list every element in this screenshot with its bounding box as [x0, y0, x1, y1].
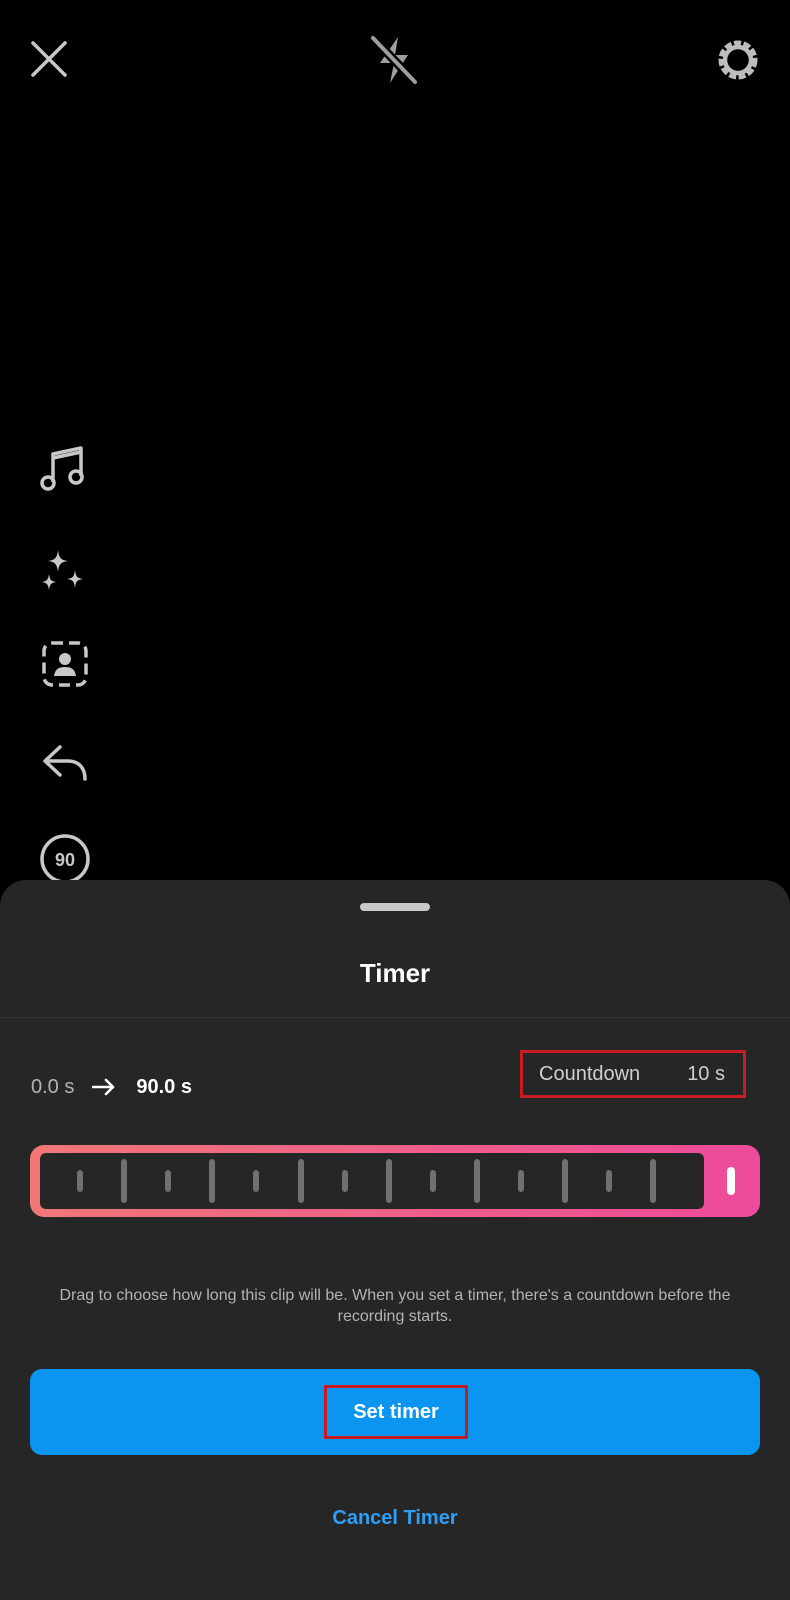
close-icon [31, 41, 67, 77]
scrubber-tick [606, 1170, 612, 1192]
duration-label: 90 [55, 850, 75, 870]
scrubber-tick [386, 1159, 392, 1203]
close-button[interactable] [26, 36, 72, 82]
flash-toggle-button[interactable] [366, 32, 422, 88]
scrubber-tick [253, 1170, 259, 1192]
scrubber-tick [298, 1159, 304, 1203]
timer-sheet: Timer 0.0 s 90.0 s Countdown 10 s Drag t… [0, 880, 790, 1600]
scrubber-tick [209, 1159, 215, 1203]
countdown-value: 10 s [687, 1062, 725, 1085]
scrubber-handle[interactable] [727, 1167, 735, 1195]
cancel-timer-button[interactable]: Cancel Timer [0, 1507, 790, 1530]
countdown-setting[interactable]: Countdown 10 s [520, 1050, 746, 1098]
scrubber-tick [77, 1170, 83, 1192]
duration-button[interactable]: 90 [38, 832, 92, 886]
gear-icon [718, 40, 758, 80]
clip-range: 0.0 s 90.0 s [31, 1067, 192, 1107]
sheet-grab-handle[interactable] [360, 903, 430, 911]
portrait-icon [42, 641, 88, 687]
scrubber-tick [430, 1170, 436, 1192]
scrubber-tick [562, 1159, 568, 1203]
duration-icon: 90 [40, 834, 90, 884]
music-note-icon [40, 446, 84, 491]
set-timer-label: Set timer [324, 1385, 468, 1439]
sheet-title: Timer [359, 958, 431, 988]
scrubber-tick [342, 1170, 348, 1192]
portrait-button[interactable] [38, 637, 92, 691]
range-start: 0.0 s [31, 1075, 75, 1098]
scrubber-tick [650, 1159, 656, 1203]
arrow-right-icon [92, 1078, 116, 1096]
scrubber-tick [474, 1159, 480, 1203]
help-text: Drag to choose how long this clip will b… [59, 1287, 731, 1325]
scrubber-track [40, 1153, 704, 1209]
effects-button[interactable] [36, 544, 90, 598]
range-end: 90.0 s [136, 1075, 192, 1098]
countdown-label: Countdown [539, 1062, 641, 1085]
undo-button[interactable] [38, 736, 92, 790]
divider [0, 1017, 790, 1018]
scrubber-tick [165, 1170, 171, 1192]
flash-off-icon [368, 33, 420, 87]
scrubber-tick [121, 1159, 127, 1203]
sparkles-icon [42, 550, 83, 590]
set-timer-button[interactable]: Set timer [30, 1369, 760, 1455]
scrubber-tick [518, 1170, 524, 1192]
timer-scrubber[interactable] [30, 1145, 760, 1217]
reply-icon [43, 745, 87, 781]
settings-button[interactable] [710, 32, 766, 88]
music-button[interactable] [36, 442, 90, 496]
